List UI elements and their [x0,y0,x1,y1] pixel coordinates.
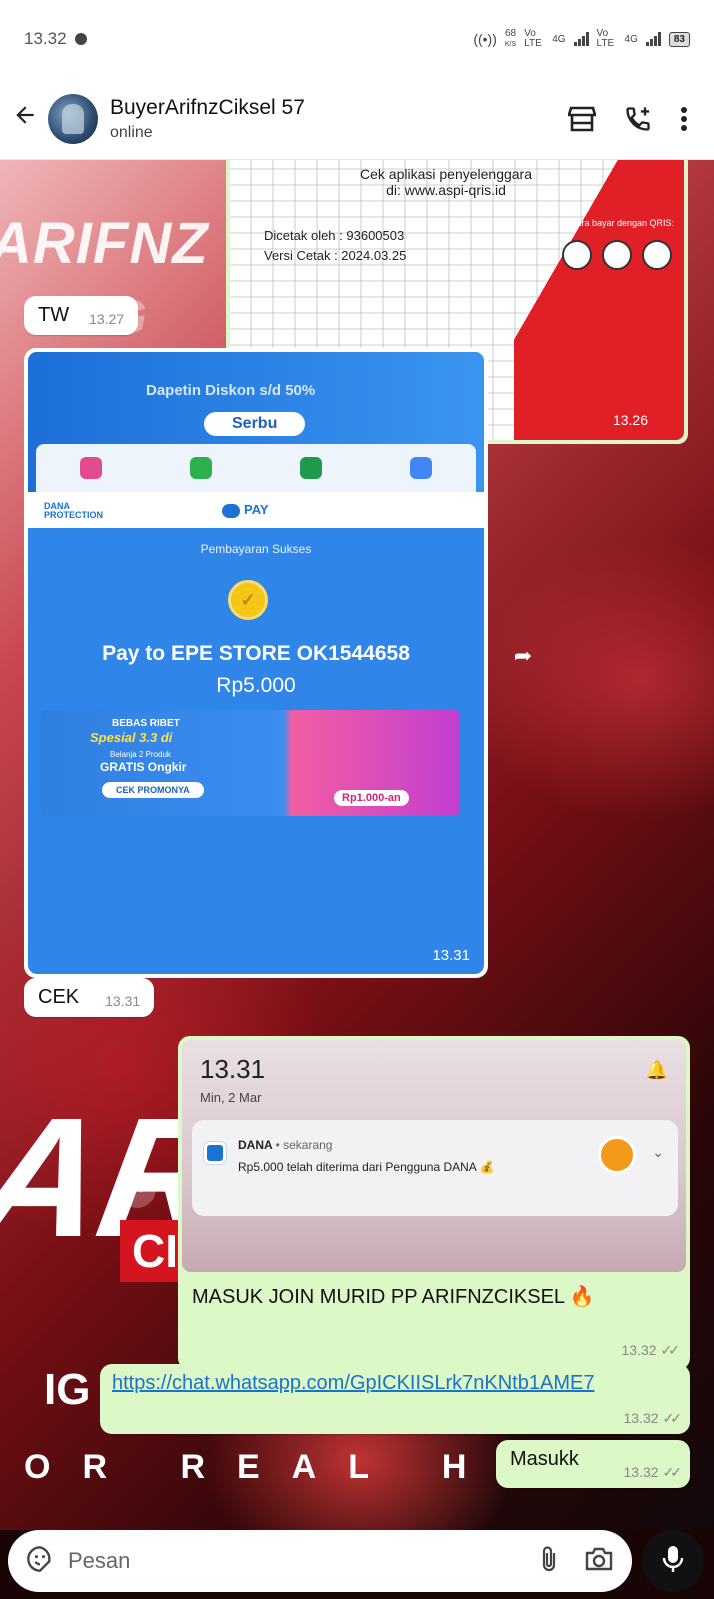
status-indicators: ((•)) 68 K/S Vo LTE 4G Vo LTE 4G 83 [473,27,690,50]
dana-protection-logo: DANA PROTECTION [44,501,104,520]
phone-icon [642,240,672,270]
message-meta: 13.32 ✓✓ [621,1342,681,1358]
phone-icon [562,240,592,270]
camera-icon[interactable] [584,1546,614,1577]
message-bubble-incoming[interactable]: TW 13.27 [24,296,139,335]
add-call-icon[interactable] [624,105,652,133]
chat-area[interactable]: ARIFNZ DHG AR CI IG OR REAL HANYA Cek ap… [0,160,714,1530]
qris-pay-how: Cara bayar dengan QRIS: [569,218,674,228]
notification-message: Rp5.000 telah diterima dari Pengguna DAN… [238,1160,495,1174]
forward-icon[interactable]: ➦ [504,638,542,676]
message-image-notification[interactable]: 13.31 Min, 2 Mar 🔔 DANA • sekarang Rp5.0… [178,1036,690,1370]
message-image-payment[interactable]: Dapetin Diskon s/d 50% Serbu DANA PROTEC… [24,348,488,978]
chevron-down-icon: ⌄ [652,1144,664,1160]
check-icon: ✓ [228,580,268,620]
qris-red-panel [514,160,684,440]
sim1-network: 4G [552,33,566,45]
app-icon [190,457,212,479]
contact-status: online [110,123,153,141]
wallpaper-text: ARIFNZ [0,211,209,276]
net-speed: 68 K/S [504,27,517,48]
attach-icon[interactable] [538,1545,560,1578]
sim2-network: 4G [624,33,638,45]
shop-icon[interactable] [568,106,596,132]
message-bubble-outgoing[interactable]: Masukk 13.32 ✓✓ [496,1440,690,1488]
battery-icon: 83 [668,31,690,47]
avatar[interactable] [48,93,98,144]
forward-icon[interactable]: ➦ [118,1170,156,1208]
scan-icon [602,240,632,270]
bell-icon: 🔔 [645,1060,668,1080]
signal-icon [645,32,661,46]
qris-step-icons [562,240,672,270]
payment-amount: Rp5.000 [216,674,296,697]
play-store-icon [410,457,432,479]
message-input[interactable]: Pesan [8,1530,632,1592]
double-check-icon: ✓✓ [662,1410,683,1426]
promo-card: BEBAS RIBET Spesial 3.3 di Belanja 2 Pro… [40,710,460,816]
message-placeholder: Pesan [68,1548,131,1573]
message-bubble-outgoing[interactable]: https://chat.whatsapp.com/GpICKIISLrk7nK… [100,1364,690,1434]
app-icon [300,457,322,479]
lockscreen-date: Min, 2 Mar [200,1090,262,1105]
signal-icon [573,32,589,46]
notification-card: DANA • sekarang Rp5.000 telah diterima d… [192,1120,678,1216]
status-bar: 13.32 ((•)) 68 K/S Vo LTE 4G Vo LTE 4G 8… [0,0,714,78]
composer-actions [538,1545,614,1578]
status-time: 13.32 [24,29,67,48]
mic-icon [662,1544,684,1579]
mic-button[interactable] [642,1530,704,1592]
more-options-icon[interactable] [680,106,688,132]
notification-screenshot: 13.31 Min, 2 Mar 🔔 DANA • sekarang Rp5.0… [182,1040,686,1272]
dana-app-icon [204,1142,226,1164]
sim1-volte: Vo LTE [524,28,542,49]
qris-print-info: Dicetak oleh : 93600503 Versi Cetak : 20… [264,228,407,263]
message-composer: Pesan [0,1530,714,1599]
message-meta: 13.32 ✓✓ [623,1410,683,1426]
hotspot-icon: ((•)) [473,31,497,47]
message-bubble-incoming[interactable]: CEK 13.31 [24,978,155,1017]
dana-pay-logo: PAY [222,502,269,518]
message-meta: 13.32 ✓✓ [623,1464,683,1480]
payment-status-title: Pembayaran Sukses [200,542,312,556]
message-text: MASUK JOIN MURID PP ARIFNZCIKSEL 🔥 [192,1286,595,1308]
header-actions [568,105,714,133]
sim2-volte: Vo LTE [596,28,615,49]
double-check-icon: ✓✓ [660,1342,681,1358]
message-time: 13.31 [432,947,470,964]
notification-app: DANA • sekarang [238,1138,333,1152]
message-time: 13.26 [612,412,648,428]
message-text: Masukk [510,1448,579,1470]
chat-header: BuyerArifnzCiksel 57 online [0,78,714,160]
coin-icon [598,1136,636,1174]
notification-dot-icon [74,33,87,45]
message-text: CEK [38,986,80,1008]
message-time: 13.31 [105,993,141,1009]
message-text: TW [38,304,70,326]
qris-check-text: Cek aplikasi penyelenggara di: www.aspi-… [360,166,532,198]
promo-banner: Dapetin Diskon s/d 50% Serbu [28,352,484,492]
back-arrow-icon[interactable] [0,102,44,136]
app-icon [80,457,102,479]
double-check-icon: ✓✓ [662,1464,683,1480]
wallpaper-text: IG [44,1365,91,1414]
lockscreen-time: 13.31 [200,1054,266,1084]
sticker-icon[interactable] [26,1545,54,1578]
chat-invite-link[interactable]: https://chat.whatsapp.com/GpICKIISLrk7nK… [112,1372,678,1395]
app-shortcuts [36,444,476,492]
contact-info[interactable]: BuyerArifnzCiksel 57 online [110,96,305,142]
payment-screenshot: Dapetin Diskon s/d 50% Serbu DANA PROTEC… [28,352,484,974]
contact-name: BuyerArifnzCiksel 57 [110,95,305,119]
message-time: 13.27 [89,311,125,327]
payment-recipient: Pay to EPE STORE OK1544658 [102,642,410,665]
